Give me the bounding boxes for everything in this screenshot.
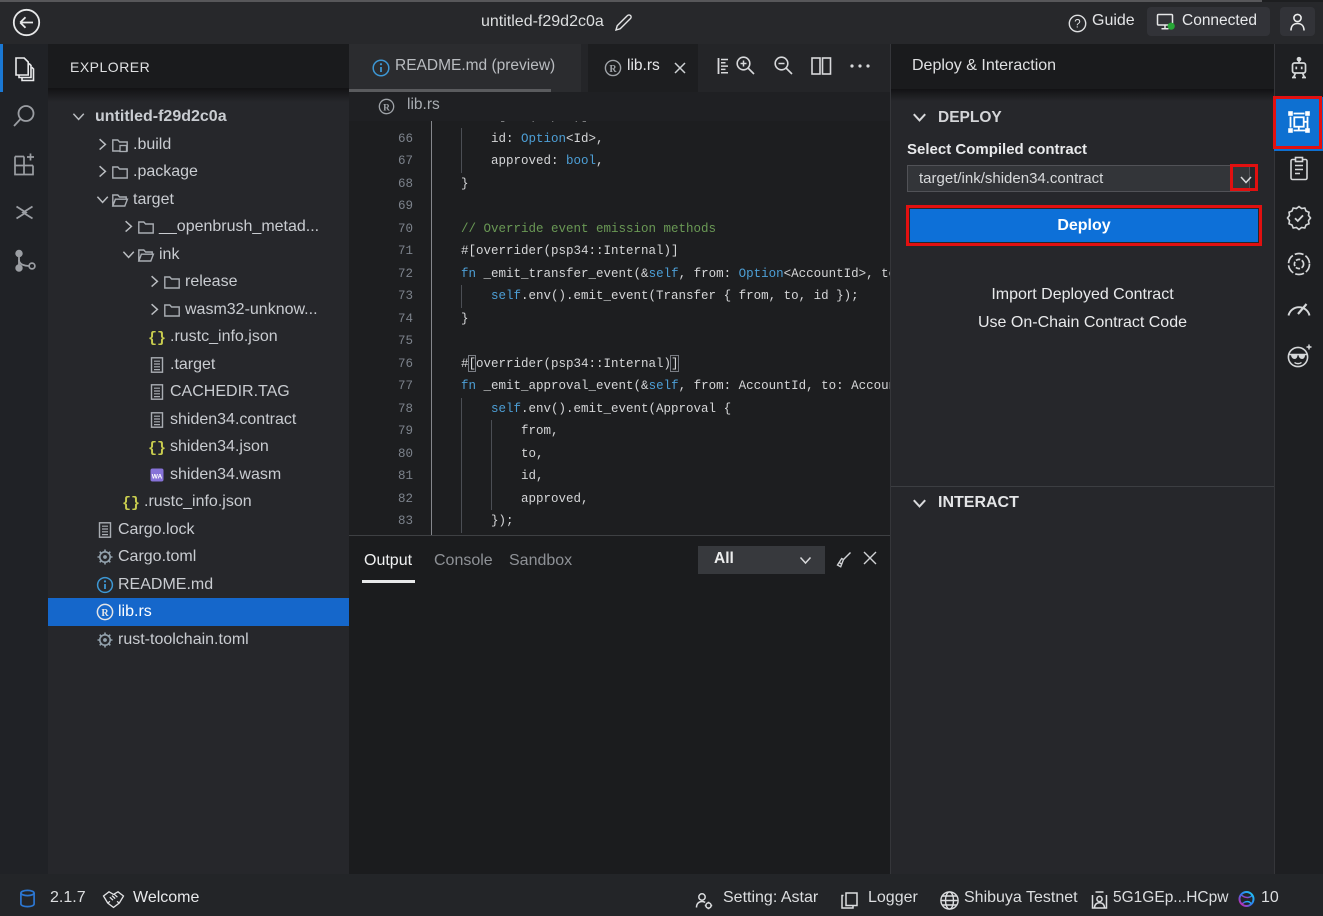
svg-text:?: ? bbox=[1074, 19, 1080, 31]
svg-text:{}: {} bbox=[122, 495, 140, 511]
svg-text:R: R bbox=[383, 103, 390, 113]
svg-text:R: R bbox=[609, 64, 617, 75]
svg-text:WA: WA bbox=[152, 473, 163, 480]
svg-text:{}: {} bbox=[148, 330, 166, 346]
svg-text:R: R bbox=[101, 608, 109, 619]
svg-text:{}: {} bbox=[148, 440, 166, 456]
